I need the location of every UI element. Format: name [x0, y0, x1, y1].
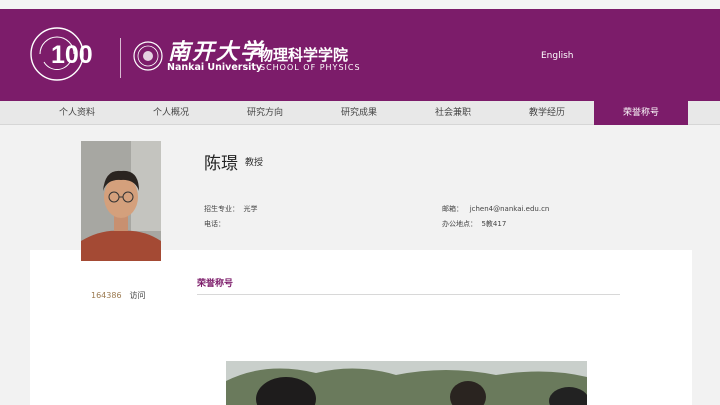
centennial-logo-icon[interactable]: 100 — [30, 24, 108, 84]
section-title: 荣誉称号 — [197, 279, 234, 289]
phone-info: 电话： — [204, 219, 225, 229]
visit-count: 164386 — [91, 291, 122, 300]
top-strip — [0, 0, 720, 9]
major-info: 招生专业： 光学 — [204, 204, 257, 214]
major-value: 光学 — [243, 205, 258, 213]
major-label: 招生专业： — [204, 205, 239, 213]
section-divider — [197, 294, 620, 295]
nav-item-research-results[interactable]: 研究成果 — [312, 101, 406, 125]
office-label: 办公地点： — [442, 220, 477, 228]
office-info: 办公地点： 5教417 — [442, 219, 506, 229]
school-name-cn: 物理科学学院 — [258, 46, 349, 64]
visit-counter: 164386 访问 — [91, 290, 146, 301]
professor-title: 教授 — [245, 158, 264, 168]
school-name-en: SCHOOL OF PHYSICS — [260, 63, 361, 72]
email-value[interactable]: jchen4@nankai.edu.cn — [470, 205, 550, 213]
profile-photo — [81, 141, 161, 261]
nav-item-social-roles[interactable]: 社会兼职 — [406, 101, 500, 125]
logo-number: 100 — [51, 41, 93, 69]
nav-item-profile[interactable]: 个人资料 — [30, 101, 124, 125]
nav-item-research-direction[interactable]: 研究方向 — [218, 101, 312, 125]
visit-label: 访问 — [129, 291, 146, 300]
header-divider — [120, 38, 121, 78]
office-value: 5教417 — [481, 220, 507, 228]
professor-name: 陈璟 — [204, 154, 238, 174]
email-info: 邮箱： jchen4@nankai.edu.cn — [442, 204, 549, 214]
email-label: 邮箱： — [442, 205, 463, 213]
honors-group-photo — [226, 361, 587, 405]
main-nav: 个人资料 个人概况 研究方向 研究成果 社会兼职 教学经历 荣誉称号 — [0, 101, 720, 125]
site-header: 100 南开大学 物理科学学院 Nankai University SCHOOL… — [0, 0, 720, 101]
nav-item-honors[interactable]: 荣誉称号 — [594, 101, 688, 125]
university-name-en: Nankai University — [167, 62, 263, 73]
nav-item-teaching[interactable]: 教学经历 — [500, 101, 594, 125]
nav-item-overview[interactable]: 个人概况 — [124, 101, 218, 125]
phone-label: 电话： — [204, 220, 225, 228]
university-seal-icon — [133, 41, 163, 71]
english-link[interactable]: English — [541, 51, 574, 61]
